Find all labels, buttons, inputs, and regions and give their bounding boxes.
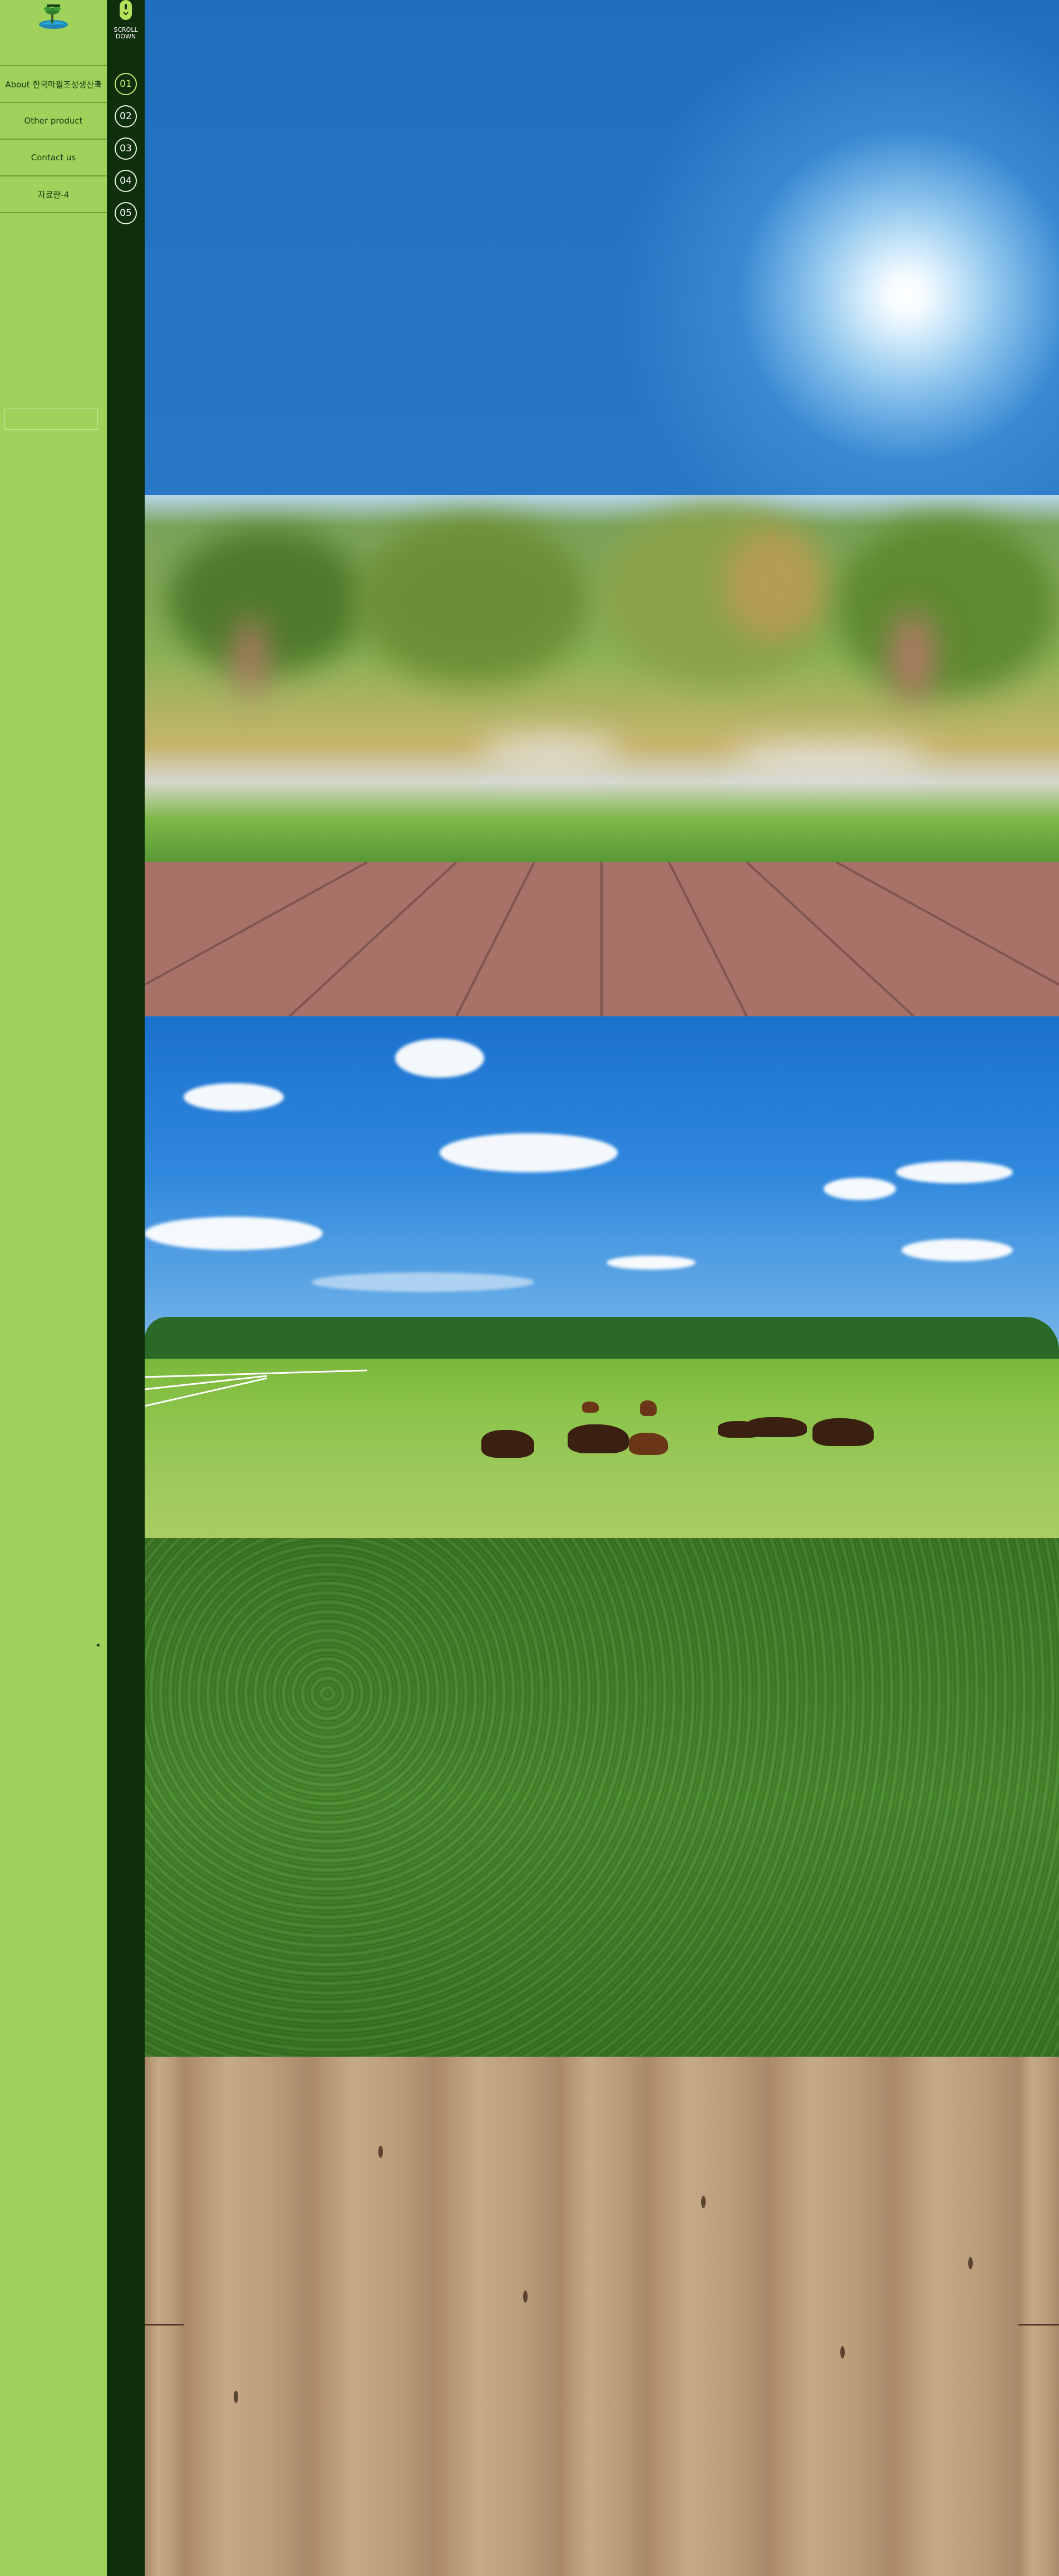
section-dot-05[interactable]: 05 — [115, 202, 137, 224]
sidebar: About 한국마필조성생산축 + Other product Contact … — [0, 0, 107, 2576]
blurred-garden-wood-deck-image — [145, 495, 1059, 1016]
panel-garden — [145, 495, 1059, 1016]
fence — [145, 1369, 368, 1407]
panel-wood — [145, 2057, 1059, 2576]
logo-icon[interactable] — [37, 3, 70, 31]
menu-item-contact-us[interactable]: Contact us — [0, 139, 107, 175]
section-dot-02[interactable]: 02 — [115, 105, 137, 127]
collapse-arrow-icon[interactable]: ◂ — [96, 1641, 100, 1649]
panel-pasture — [145, 1016, 1059, 1538]
menu-item-archive[interactable]: 자료란-4 — [0, 175, 107, 213]
scroll-down-label: SCROLL DOWN — [107, 27, 145, 40]
wood-deck — [145, 862, 1059, 1016]
section-dot-01[interactable]: 01 — [115, 73, 137, 95]
expand-plus-icon[interactable]: + — [96, 80, 102, 89]
menu-item-label: 자료란-4 — [37, 189, 70, 200]
section-dot-04[interactable]: 04 — [115, 170, 137, 192]
section-nav: 01 02 03 04 05 — [115, 73, 137, 234]
menu-item-about[interactable]: About 한국마필조성생산축 + — [0, 65, 107, 102]
panel-grass — [145, 1538, 1059, 2057]
main-content — [145, 0, 1059, 2576]
scroll-label-line2: DOWN — [115, 33, 136, 40]
panel-sky — [145, 0, 1059, 495]
menu-item-other-product[interactable]: Other product — [0, 102, 107, 139]
sidebar-search-box[interactable] — [4, 409, 98, 430]
menu-item-label: Other product — [24, 116, 83, 126]
horses-pasture-image — [145, 1016, 1059, 1538]
mouse-scroll-icon — [120, 0, 132, 20]
grass-texture-image — [145, 1538, 1059, 2057]
section-rail: SCROLL DOWN 01 02 03 04 05 — [107, 0, 145, 2576]
main-menu: About 한국마필조성생산축 + Other product Contact … — [0, 65, 107, 213]
menu-item-label: Contact us — [31, 153, 76, 163]
menu-item-label: About 한국마필조성생산축 — [5, 79, 102, 90]
sun-sky-image — [145, 0, 1059, 495]
wood-planks-image — [145, 2057, 1059, 2576]
section-dot-03[interactable]: 03 — [115, 137, 137, 160]
